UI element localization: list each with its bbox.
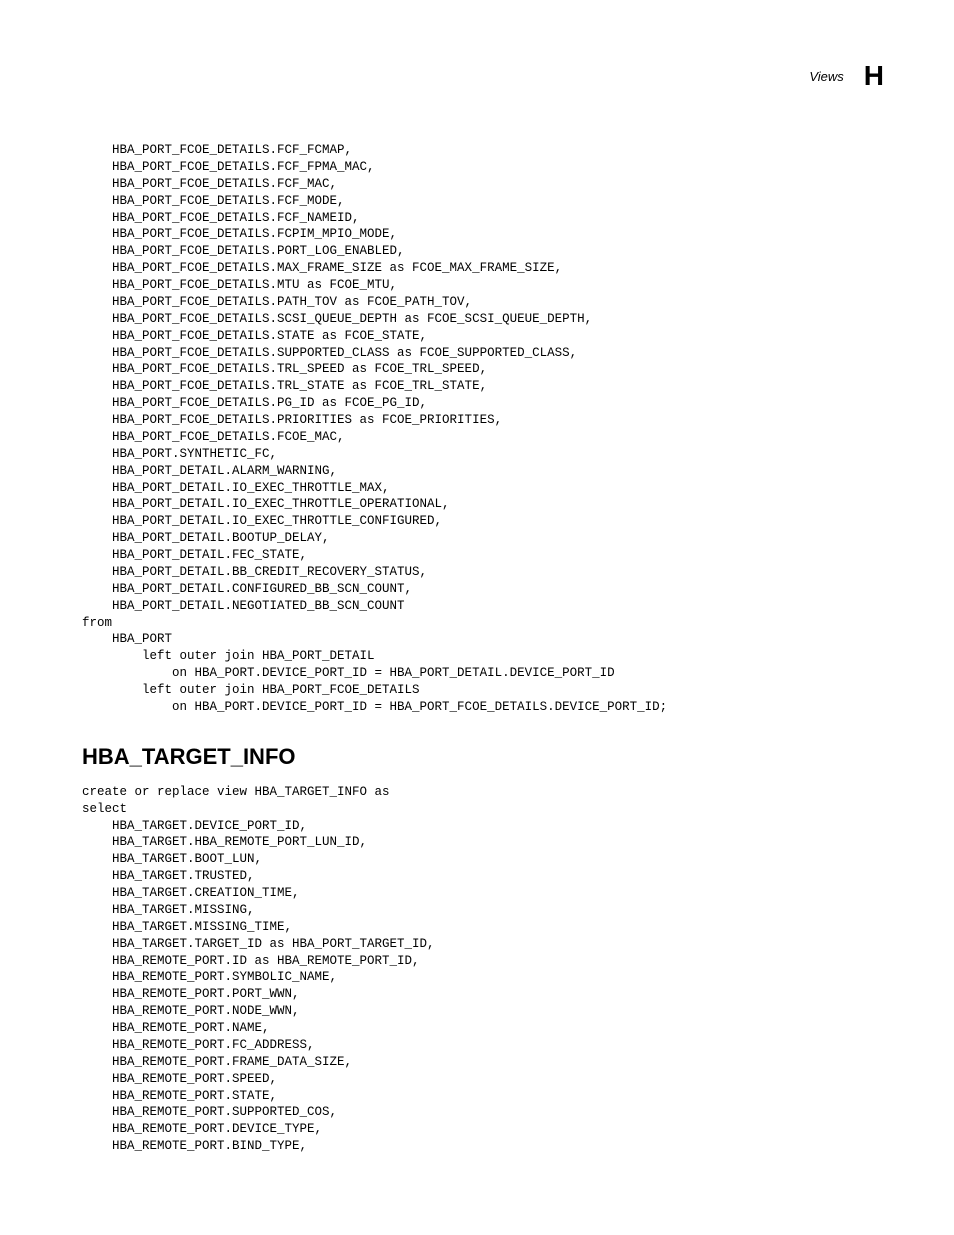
- header-section-label: Views: [809, 69, 843, 84]
- sql-code-block-2: create or replace view HBA_TARGET_INFO a…: [82, 784, 884, 1155]
- page-content: Views H HBA_PORT_FCOE_DETAILS.FCF_FCMAP,…: [0, 0, 954, 1195]
- section-heading-hba-target-info: HBA_TARGET_INFO: [82, 744, 884, 770]
- page-header: Views H: [70, 60, 884, 92]
- header-appendix-letter: H: [864, 60, 884, 92]
- sql-code-block-1: HBA_PORT_FCOE_DETAILS.FCF_FCMAP, HBA_POR…: [82, 142, 884, 716]
